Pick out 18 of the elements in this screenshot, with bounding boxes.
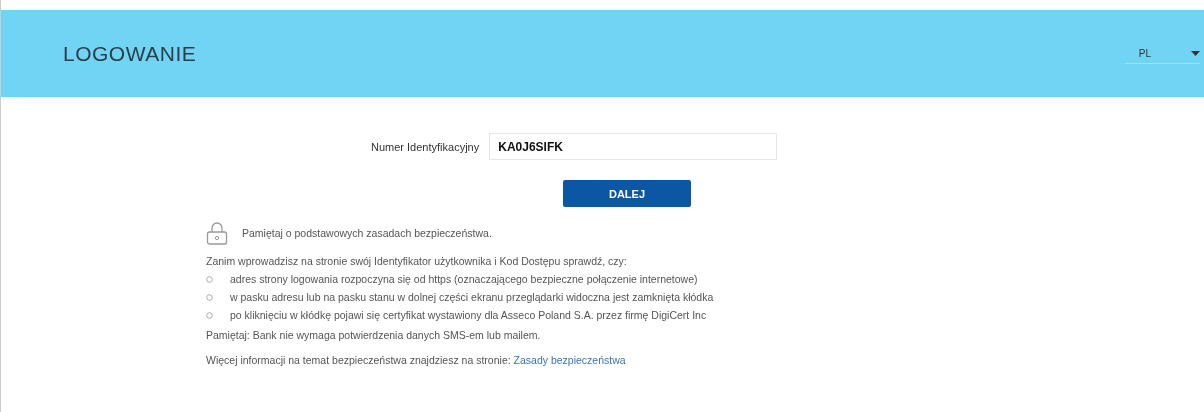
more-info-text: Więcej informacji na temat bezpieczeństwa znajdziesz na stronie: Zasady bezpieczeństwa [206,354,627,366]
caret-icon [1191,50,1200,56]
page-title: LOGOWANIE [63,41,197,66]
language-select[interactable]: PL [1124,43,1200,64]
security-tip: w pasku adresu lub na pasku stanu w dolnej części ekranu przeglądarki widoczna jest zamknięta kłódka [230,291,714,303]
bullet-icon [206,293,213,301]
next-button[interactable]: DALEJ [563,180,691,207]
id-input-field[interactable]: KA0J6SIFK [489,133,778,160]
security-tip: po kliknięciu w kłódkę pojawi się certyfikat wystawiony dla Asseco Poland S.A. przez firmę DigiCert Inc [230,309,707,321]
security-note: Pamiętaj: Bank nie wymaga potwierdzenia danych SMS-em lub mailem. [206,329,542,341]
security-rules-link[interactable]: Zasady bezpieczeństwa [513,354,626,366]
bullet-icon [206,275,213,283]
bullet-icon [206,311,213,319]
padlock-icon [206,221,228,245]
security-tip: adres strony logowania rozpoczyna się od https (oznaczającego bezpieczne połączenie internetowe) [230,273,698,285]
security-intro: Zanim wprowadzisz na stronie swój Identyfikator użytkownika i Kod Dostępu sprawdź, czy: [206,255,628,267]
id-label: Numer Identyfikacyjny [371,140,480,153]
security-heading: Pamiętaj o podstawowych zasadach bezpieczeństwa. [242,227,492,239]
